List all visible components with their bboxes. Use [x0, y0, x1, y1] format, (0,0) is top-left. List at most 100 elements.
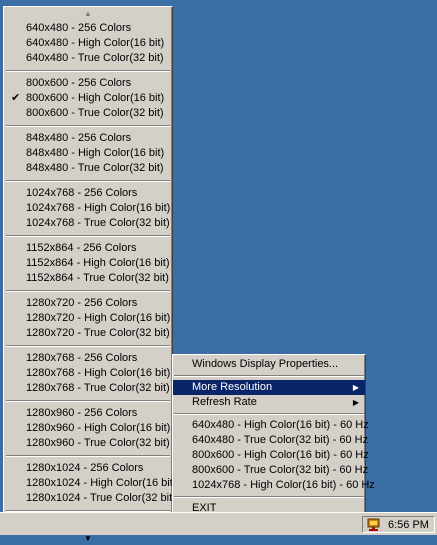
- menu-separator: [6, 400, 170, 402]
- display-settings-tray-icon[interactable]: [366, 518, 382, 532]
- quick-mode-list: 640x480 - High Color(16 bit) - 60 Hz 640x…: [173, 418, 375, 493]
- resolution-menu-item[interactable]: 1280x960 - True Color(32 bit): [4, 436, 172, 451]
- resolution-label: 848x480 - 256 Colors: [26, 132, 132, 144]
- quick-mode-item[interactable]: 1024x768 - High Color(16 bit) - 60 Hz: [173, 478, 375, 493]
- resolution-group: 800x600 - 256 Colors ✔ 800x600 - High Colo…: [4, 75, 172, 122]
- resolution-menu-item[interactable]: 1280x720 - True Color(32 bit): [4, 326, 172, 341]
- menu-separator: [174, 375, 364, 377]
- resolution-label: 1280x1024 - High Color(16 bit): [26, 477, 177, 489]
- resolution-menu-item[interactable]: 1280x720 - High Color(16 bit): [4, 311, 172, 326]
- quick-mode-label: 640x480 - True Color(32 bit) - 60 Hz: [192, 434, 369, 446]
- resolution-menu-item[interactable]: 1280x960 - High Color(16 bit): [4, 421, 172, 436]
- resolution-menu-item[interactable]: 1024x768 - True Color(32 bit): [4, 216, 172, 231]
- resolution-menu-item[interactable]: 848x480 - True Color(32 bit): [4, 161, 172, 176]
- resolution-label: 1152x864 - True Color(32 bit): [26, 272, 169, 284]
- resolution-menu-item[interactable]: 1152x864 - 256 Colors: [4, 241, 172, 256]
- quick-mode-item[interactable]: 800x600 - High Color(16 bit) - 60 Hz: [173, 448, 369, 463]
- resolution-label: 1280x960 - True Color(32 bit): [26, 437, 170, 449]
- resolution-label: 1280x768 - True Color(32 bit): [26, 382, 170, 394]
- resolution-menu-item[interactable]: 1152x864 - True Color(32 bit): [4, 271, 172, 286]
- scroll-up-arrow-icon[interactable]: ▲: [4, 7, 172, 20]
- menu-separator: [174, 496, 364, 498]
- resolution-menu-item[interactable]: 800x600 - True Color(32 bit): [4, 106, 172, 121]
- resolution-label: 1280x720 - High Color(16 bit): [26, 312, 171, 324]
- resolution-label: 1152x864 - High Color(16 bit): [26, 257, 170, 269]
- menu-item-more-resolution[interactable]: More Resolution ▶: [173, 380, 365, 395]
- resolution-menu-item[interactable]: 640x480 - 256 Colors: [4, 21, 172, 36]
- quick-mode-label: 1024x768 - High Color(16 bit) - 60 Hz: [192, 479, 375, 491]
- menu-separator: [6, 235, 170, 237]
- menu-item-label: Refresh Rate: [192, 396, 257, 408]
- menu-separator: [6, 180, 170, 182]
- resolution-label: 800x600 - 256 Colors: [26, 77, 132, 89]
- resolution-menu-item[interactable]: 1152x864 - High Color(16 bit): [4, 256, 172, 271]
- resolution-menu-item[interactable]: 1280x768 - 256 Colors: [4, 351, 172, 366]
- resolution-label: 1152x864 - 256 Colors: [26, 242, 137, 254]
- resolution-menu-item[interactable]: 1280x1024 - True Color(32 bit): [4, 491, 176, 506]
- quick-mode-label: 640x480 - High Color(16 bit) - 60 Hz: [192, 419, 369, 431]
- resolution-group: 640x480 - 256 Colors 640x480 - High Color…: [4, 20, 172, 67]
- quick-mode-item[interactable]: 800x600 - True Color(32 bit) - 60 Hz: [173, 463, 369, 478]
- menu-item-display-properties[interactable]: Windows Display Properties...: [173, 357, 365, 372]
- resolution-menu-item[interactable]: 1024x768 - High Color(16 bit): [4, 201, 172, 216]
- resolution-menu-item[interactable]: 1280x1024 - High Color(16 bit): [4, 476, 176, 491]
- resolution-label: 1280x768 - High Color(16 bit): [26, 367, 171, 379]
- resolution-label: 1280x1024 - True Color(32 bit): [26, 492, 176, 504]
- resolution-label: 1280x960 - 256 Colors: [26, 407, 138, 419]
- resolution-group: 1280x768 - 256 Colors 1280x768 - High Col…: [4, 350, 172, 397]
- resolution-menu-item[interactable]: 1280x960 - 256 Colors: [4, 406, 172, 421]
- resolution-label: 1024x768 - 256 Colors: [26, 187, 138, 199]
- resolution-group: 1152x864 - 256 Colors 1152x864 - High Col…: [4, 240, 172, 287]
- resolution-menu-item[interactable]: ✔ 800x600 - High Color(16 bit): [4, 91, 172, 106]
- resolution-menu-item[interactable]: 848x480 - High Color(16 bit): [4, 146, 172, 161]
- menu-item-refresh-rate[interactable]: Refresh Rate ▶: [173, 395, 365, 410]
- submenu-arrow-icon: ▶: [352, 383, 359, 392]
- checkmark-icon: ✔: [11, 92, 21, 104]
- menu-separator: [174, 413, 364, 415]
- resolution-label: 800x600 - High Color(16 bit): [26, 92, 165, 104]
- system-tray: 6:56 PM: [362, 516, 435, 533]
- menu-separator: [6, 290, 170, 292]
- menu-item-label: More Resolution: [192, 381, 273, 393]
- resolution-label: 1280x768 - 256 Colors: [26, 352, 138, 364]
- resolution-label: 1280x960 - High Color(16 bit): [26, 422, 171, 434]
- resolution-label: 848x480 - True Color(32 bit): [26, 162, 164, 174]
- resolution-menu: ▲ 640x480 - 256 Colors 640x480 - High Col…: [3, 6, 176, 542]
- tray-context-menu: Windows Display Properties... More Resol…: [172, 354, 375, 518]
- resolution-group: 848x480 - 256 Colors 848x480 - High Color…: [4, 130, 172, 177]
- quick-mode-item[interactable]: 640x480 - High Color(16 bit) - 60 Hz: [173, 418, 369, 433]
- resolution-group: 1280x960 - 256 Colors 1280x960 - High Col…: [4, 405, 172, 452]
- resolution-label: 640x480 - 256 Colors: [26, 22, 132, 34]
- resolution-label: 1024x768 - True Color(32 bit): [26, 217, 170, 229]
- resolution-group: 1280x1024 - 256 Colors 1280x1024 - High C…: [4, 460, 176, 507]
- resolution-menu-item[interactable]: 1280x768 - High Color(16 bit): [4, 366, 172, 381]
- resolution-menu-item[interactable]: 1280x768 - True Color(32 bit): [4, 381, 172, 396]
- resolution-label: 848x480 - High Color(16 bit): [26, 147, 165, 159]
- resolution-label: 640x480 - High Color(16 bit): [26, 37, 165, 49]
- menu-item-label: Windows Display Properties...: [192, 358, 339, 370]
- taskbar: 6:56 PM: [0, 512, 437, 535]
- resolution-menu-item[interactable]: 1280x720 - 256 Colors: [4, 296, 172, 311]
- resolution-menu-item[interactable]: 640x480 - High Color(16 bit): [4, 36, 172, 51]
- resolution-label: 1280x1024 - 256 Colors: [26, 462, 144, 474]
- resolution-label: 1280x720 - 256 Colors: [26, 297, 138, 309]
- menu-separator: [6, 70, 170, 72]
- resolution-group: 1280x720 - 256 Colors 1280x720 - High Col…: [4, 295, 172, 342]
- menu-separator: [6, 455, 170, 457]
- resolution-label: 1280x720 - True Color(32 bit): [26, 327, 170, 339]
- menu-separator: [6, 345, 170, 347]
- resolution-menu-item[interactable]: 800x600 - 256 Colors: [4, 76, 172, 91]
- menu-separator: [6, 125, 170, 127]
- quick-mode-label: 800x600 - High Color(16 bit) - 60 Hz: [192, 449, 369, 461]
- resolution-menu-item[interactable]: 1024x768 - 256 Colors: [4, 186, 172, 201]
- quick-mode-label: 800x600 - True Color(32 bit) - 60 Hz: [192, 464, 369, 476]
- resolution-label: 800x600 - True Color(32 bit): [26, 107, 164, 119]
- resolution-menu-item[interactable]: 1280x1024 - 256 Colors: [4, 461, 172, 476]
- taskbar-clock[interactable]: 6:56 PM: [388, 519, 429, 531]
- quick-mode-item[interactable]: 640x480 - True Color(32 bit) - 60 Hz: [173, 433, 369, 448]
- resolution-menu-item[interactable]: 848x480 - 256 Colors: [4, 131, 172, 146]
- resolution-label: 1024x768 - High Color(16 bit): [26, 202, 171, 214]
- resolution-group: 1024x768 - 256 Colors 1024x768 - High Col…: [4, 185, 172, 232]
- resolution-label: 640x480 - True Color(32 bit): [26, 52, 164, 64]
- resolution-menu-item[interactable]: 640x480 - True Color(32 bit): [4, 51, 172, 66]
